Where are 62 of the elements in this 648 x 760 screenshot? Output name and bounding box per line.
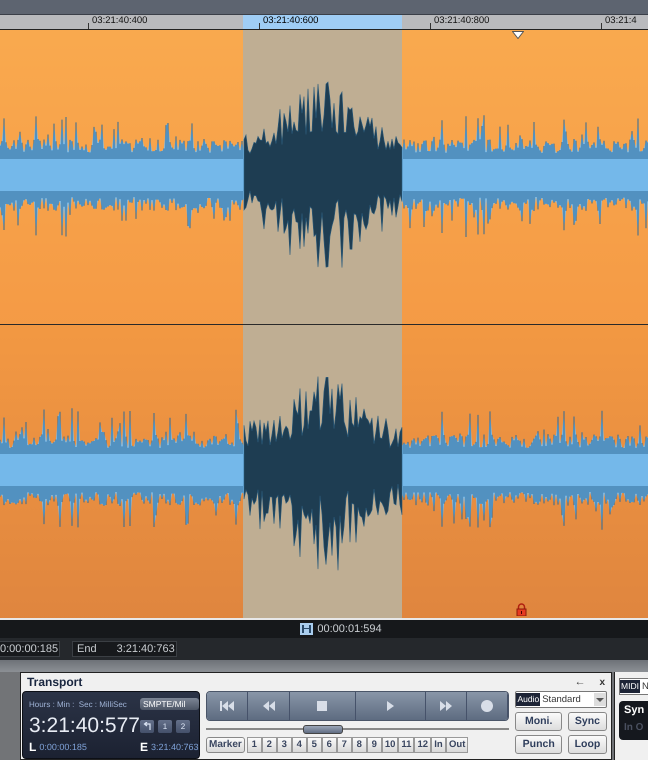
marker-number-button[interactable]: In <box>431 737 446 753</box>
skip-back-button[interactable] <box>207 692 248 720</box>
marker-number-button[interactable]: 9 <box>366 737 382 753</box>
fast-forward-icon <box>440 701 452 711</box>
rewind-button[interactable] <box>248 692 290 720</box>
in-out-label: In O <box>624 722 644 733</box>
marker-button[interactable]: Marker <box>206 737 245 753</box>
loop-button[interactable]: Loop <box>568 735 607 754</box>
record-button[interactable] <box>466 692 508 720</box>
marker-number-button[interactable]: 3 <box>276 737 292 753</box>
marker-number-button[interactable]: 10 <box>382 737 398 753</box>
caret-icon <box>594 693 606 706</box>
record-icon <box>481 700 494 712</box>
end-label: E <box>140 740 148 754</box>
marker-number-button[interactable]: 7 <box>336 737 352 753</box>
selection-length: 00:00:01:594 <box>317 623 382 635</box>
locate-time: 0:00:00:185 <box>39 742 87 752</box>
end-field[interactable]: End 3:21:40:763 <box>72 641 177 657</box>
fast-forward-button[interactable] <box>426 692 467 720</box>
punch-button[interactable]: Punch <box>515 735 562 754</box>
memory-button[interactable]: 1 <box>158 720 172 732</box>
marker-number-button[interactable]: 12 <box>414 737 432 753</box>
marker-number-button[interactable]: 8 <box>352 737 367 753</box>
marker-number-button[interactable]: 1 <box>246 737 262 753</box>
marker-triangle-icon <box>512 31 524 39</box>
ruler-label: 03:21:40:400 <box>92 15 148 27</box>
skip-back-icon <box>220 701 234 711</box>
marker-number-button[interactable]: 5 <box>306 737 322 753</box>
play-button[interactable] <box>356 692 426 720</box>
marker-number-button[interactable]: 11 <box>398 737 414 753</box>
close-button[interactable]: x <box>599 676 605 688</box>
length-icon <box>300 623 314 635</box>
sync-button[interactable]: Sync <box>568 712 607 731</box>
return-arrow-icon <box>142 722 151 730</box>
return-button[interactable] <box>140 720 154 732</box>
ruler-label: 03:21:40:800 <box>434 15 490 27</box>
midi-dropdown[interactable]: MIDI N <box>619 678 648 695</box>
shuttle-thumb[interactable] <box>303 724 343 734</box>
sync-label: Syn <box>624 704 646 716</box>
end-time: 3:21:40:763 <box>150 742 198 752</box>
lock-icon <box>516 603 527 616</box>
memory-button[interactable]: 2 <box>176 720 190 732</box>
audio-mode-dropdown[interactable]: Audio Standard <box>515 691 607 708</box>
rewind-icon <box>262 701 275 711</box>
format-dropdown[interactable]: SMPTE/Mil <box>140 698 198 710</box>
monitor-button[interactable]: Moni. <box>515 712 562 731</box>
stop-button[interactable] <box>290 692 356 720</box>
play-icon <box>386 701 394 711</box>
marker-number-button[interactable]: 6 <box>322 737 337 753</box>
panel-title: Transport <box>27 675 82 689</box>
marker-number-button[interactable]: 4 <box>292 737 307 753</box>
format-label: Hours : Min : Sec : MilliSec <box>29 700 128 708</box>
marker-number-button[interactable]: Out <box>446 737 468 753</box>
stop-icon <box>317 701 328 711</box>
current-time: 3:21:40:577 <box>29 714 140 738</box>
end-value: 3:21:40:763 <box>116 643 175 655</box>
dock-arrow-icon[interactable]: ← <box>574 676 586 688</box>
ruler-label: 03:21:4 <box>605 15 637 27</box>
end-label: End <box>77 643 97 655</box>
marker-number-button[interactable]: 2 <box>262 737 277 753</box>
locate-label: L <box>29 740 36 754</box>
start-field[interactable]: 0:00:00:185 <box>0 641 60 657</box>
